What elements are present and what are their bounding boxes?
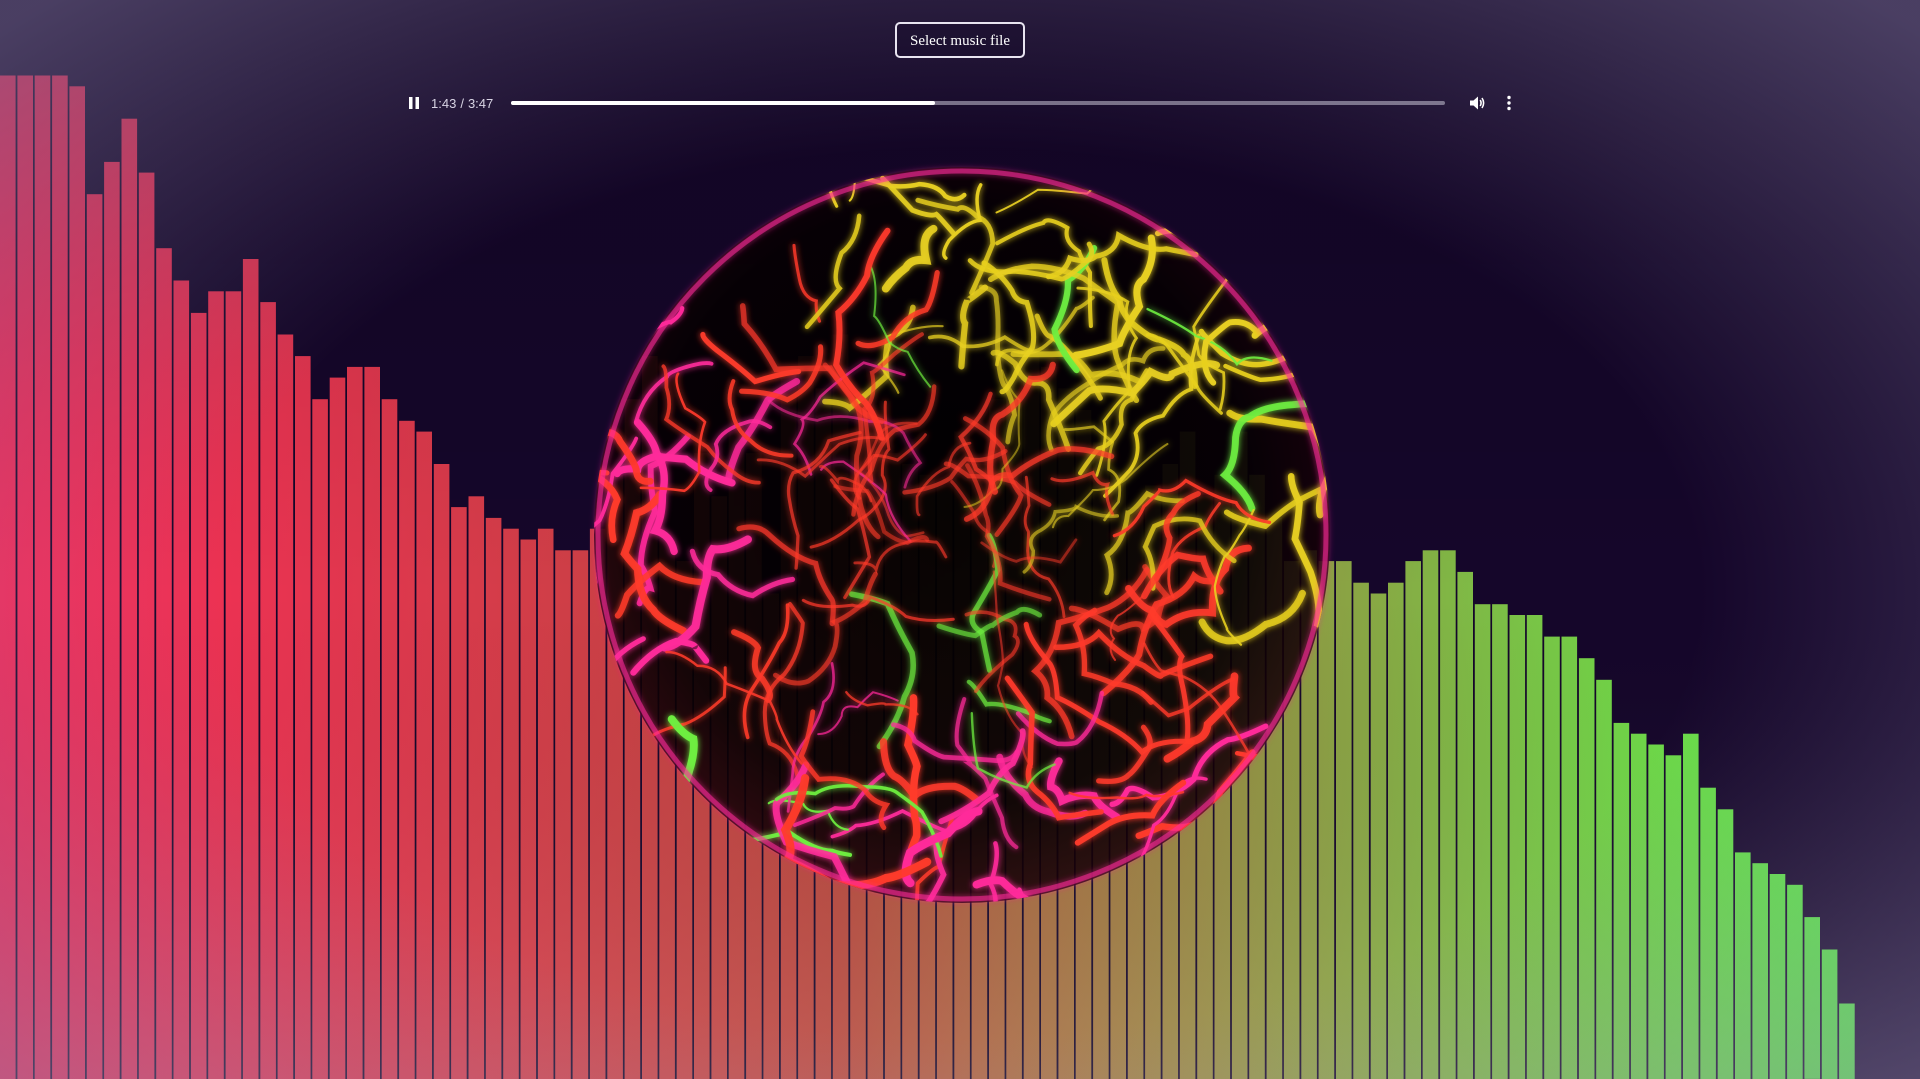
time-readout: 1:43/3:47 bbox=[431, 96, 501, 111]
current-time: 1:43 bbox=[431, 95, 457, 111]
volume-icon bbox=[1470, 96, 1485, 110]
pause-icon bbox=[409, 97, 419, 109]
audio-player: 1:43/3:47 bbox=[396, 86, 1524, 120]
more-vertical-icon bbox=[1507, 95, 1511, 111]
seek-bar[interactable] bbox=[511, 101, 1445, 105]
duration: 3:47 bbox=[467, 95, 494, 111]
play-pause-button[interactable] bbox=[400, 89, 428, 117]
visualizer-stage: Select music file 1:43/3:47 bbox=[0, 0, 1920, 1079]
time-separator: / bbox=[460, 95, 464, 111]
visualizer-canvas bbox=[0, 0, 1920, 1079]
select-music-file-button[interactable]: Select music file bbox=[895, 22, 1025, 58]
seek-progress bbox=[511, 101, 935, 105]
more-options-button[interactable] bbox=[1495, 89, 1523, 117]
volume-button[interactable] bbox=[1463, 89, 1491, 117]
